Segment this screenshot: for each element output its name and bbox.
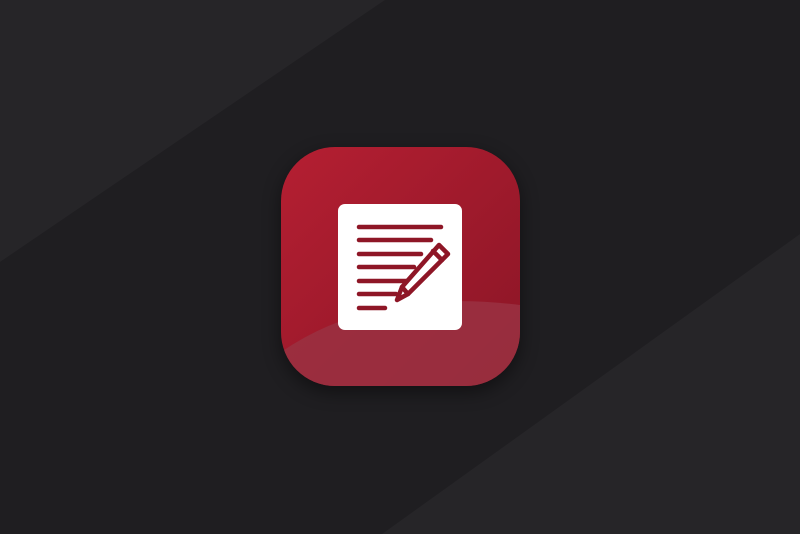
wallpaper-background (0, 0, 800, 534)
notes-app-icon[interactable] (281, 147, 520, 386)
notes-edit-icon (281, 147, 520, 386)
